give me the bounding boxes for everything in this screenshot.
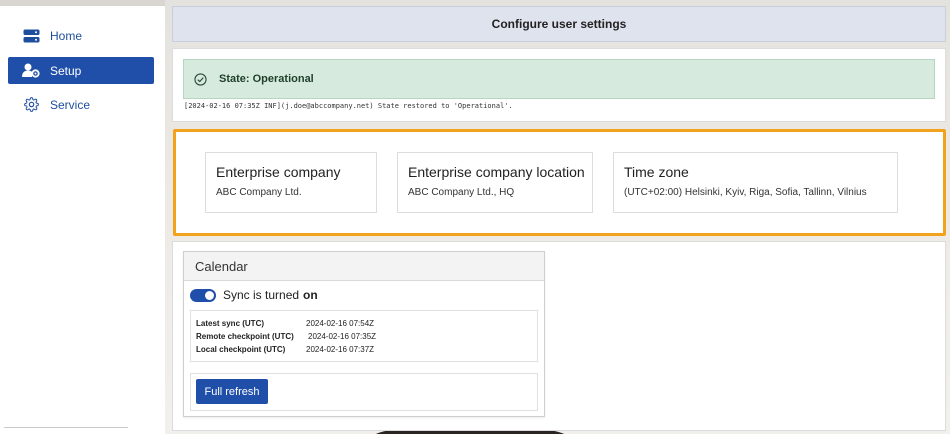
info-card-value: ABC Company Ltd., HQ — [408, 187, 515, 198]
state-text: State: Operational — [219, 73, 314, 85]
sidebar-item-service[interactable]: Service — [8, 91, 154, 118]
user-settings-icon — [22, 63, 40, 79]
company-info-panel: Enterprise company ABC Company Ltd. Ente… — [173, 129, 946, 236]
sync-detail-value: 2024-02-16 07:37Z — [306, 345, 375, 354]
sync-details: Latest sync (UTC) 2024-02-16 07:54Z Remo… — [190, 310, 538, 362]
calendar-card: Calendar Sync is turned on Latest sync (… — [183, 251, 545, 417]
sidebar-item-label: Home — [50, 28, 83, 43]
info-card-enterprise-company: Enterprise company ABC Company Ltd. — [205, 152, 377, 213]
page-header: Configure user settings — [172, 6, 946, 42]
info-card-company-location: Enterprise company location ABC Company … — [397, 152, 593, 213]
state-banner: State: Operational — [183, 59, 935, 99]
status-panel: State: Operational [2024-02-16 07:35Z IN… — [172, 48, 946, 122]
status-log: [2024-02-16 07:35Z INF](j.doe@abccompany… — [184, 102, 513, 110]
sync-toggle[interactable] — [190, 288, 216, 302]
sidebar-divider — [4, 427, 128, 428]
server-icon — [22, 28, 40, 44]
page-title: Configure user settings — [491, 17, 627, 31]
info-card-title: Time zone — [624, 164, 689, 180]
gear-icon — [22, 97, 40, 113]
sync-state: on — [303, 288, 318, 302]
sync-detail-value: 2024-02-16 07:54Z — [306, 319, 375, 328]
info-card-value: ABC Company Ltd. — [216, 187, 302, 198]
full-refresh-button[interactable]: Full refresh — [196, 379, 268, 404]
info-card-title: Enterprise company location — [408, 164, 585, 180]
sync-detail-row: Local checkpoint (UTC) 2024-02-16 07:37Z — [196, 343, 537, 356]
sync-detail-value: 2024-02-16 07:35Z — [308, 332, 377, 341]
calendar-title: Calendar — [184, 252, 544, 281]
sync-detail-label: Local checkpoint (UTC) — [196, 345, 286, 354]
sidebar-item-label: Service — [50, 97, 91, 112]
sync-detail-label: Remote checkpoint (UTC) — [196, 332, 294, 341]
sidebar-item-home[interactable]: Home — [8, 22, 154, 49]
check-circle-icon — [194, 72, 207, 86]
calendar-panel: Calendar Sync is turned on Latest sync (… — [172, 241, 946, 431]
sidebar: Home Setup Service — [0, 6, 165, 434]
sidebar-item-setup[interactable]: Setup — [8, 57, 154, 84]
sync-label: Sync is turned — [223, 288, 300, 302]
info-card-value: (UTC+02:00) Helsinki, Kyiv, Riga, Sofia,… — [624, 187, 867, 198]
sync-detail-row: Latest sync (UTC) 2024-02-16 07:54Z — [196, 317, 537, 330]
sidebar-item-label: Setup — [50, 63, 82, 78]
sync-detail-label: Latest sync (UTC) — [196, 319, 265, 328]
sync-status: Sync is turned on — [190, 288, 318, 302]
info-card-time-zone: Time zone (UTC+02:00) Helsinki, Kyiv, Ri… — [613, 152, 898, 213]
refresh-area: Full refresh — [190, 373, 538, 411]
info-card-title: Enterprise company — [216, 164, 341, 180]
sync-detail-row: Remote checkpoint (UTC) 2024-02-16 07:35… — [196, 330, 537, 343]
